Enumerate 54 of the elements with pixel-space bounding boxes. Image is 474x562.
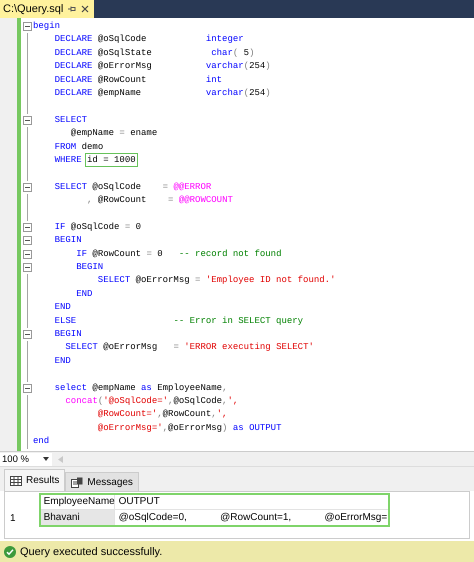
code-line: , @RowCount = @@ROWCOUNT bbox=[86, 194, 233, 208]
result-tab[interactable]: Results bbox=[4, 469, 66, 491]
grid-icon bbox=[10, 476, 22, 486]
document-tab[interactable]: C:\Query.sql bbox=[0, 0, 94, 18]
code-line: @oErrorMsg=',@oErrorMsg) as OUTPUT bbox=[96, 422, 282, 435]
code-line: @empName = ename bbox=[70, 127, 158, 140]
code-line: @RowCount=',@RowCount,', bbox=[96, 408, 228, 422]
code-line: FROM demo bbox=[54, 140, 104, 154]
code-line: BEGIN bbox=[54, 234, 82, 248]
collapse-icon[interactable] bbox=[22, 223, 32, 232]
code-line: SELECT @oSqlCode = @@ERROR bbox=[54, 180, 212, 194]
code-line: SELECT @oErrorMsg = 'Employee ID not found.' bbox=[96, 274, 336, 288]
code-line: DECLARE @empName varchar(254) bbox=[54, 86, 271, 100]
collapse-icon[interactable] bbox=[22, 263, 32, 272]
check-icon bbox=[4, 546, 16, 558]
collapse-icon[interactable] bbox=[22, 330, 32, 340]
pin-icon[interactable] bbox=[68, 5, 76, 13]
code-line: END bbox=[54, 301, 71, 314]
code-line: DECLARE @RowCount int bbox=[54, 74, 222, 87]
table-cell: Bhavani bbox=[40, 510, 115, 526]
code-line: begin bbox=[33, 20, 60, 33]
row-number: 1 bbox=[9, 512, 16, 526]
close-icon[interactable] bbox=[81, 5, 90, 13]
collapse-icon[interactable] bbox=[22, 182, 32, 192]
code-line: SELECT @oErrorMsg = 'ERROR executing SELECT' bbox=[64, 341, 314, 354]
column-header[interactable]: OUTPUT bbox=[114, 494, 389, 510]
code-line: DECLARE @oErrorMsg varchar(254) bbox=[54, 60, 271, 74]
table-cell: @oSqlCode=0, @RowCount=1, @oErrorMsg= bbox=[114, 510, 389, 526]
result-tab[interactable]: Messages bbox=[65, 472, 139, 491]
code-line: DECLARE @oSqlState char( 5) bbox=[54, 46, 254, 60]
code-line: concat('@oSqlCode=',@oSqlCode,', bbox=[64, 394, 238, 408]
collapse-icon[interactable] bbox=[22, 236, 32, 246]
code-line: BEGIN bbox=[54, 328, 82, 341]
code-line: END bbox=[75, 288, 92, 301]
code-line: IF @oSqlCode = 0 bbox=[54, 220, 142, 234]
zoom-dropdown[interactable]: 100 % bbox=[0, 452, 52, 466]
code-line: end bbox=[33, 435, 50, 448]
messages-icon bbox=[71, 476, 84, 488]
code-line: select @empName as EmployeeName, bbox=[54, 382, 228, 395]
collapse-icon[interactable] bbox=[22, 250, 32, 259]
code-line: DECLARE @oSqlCode integer bbox=[54, 33, 244, 46]
code-line: SELECT bbox=[54, 114, 88, 127]
collapse-icon[interactable] bbox=[22, 22, 32, 32]
status-text: Query executed successfully. bbox=[20, 546, 162, 558]
code-line: END bbox=[54, 354, 71, 368]
code-line: ELSE -- Error in SELECT query bbox=[54, 314, 304, 328]
code-line: WHERE id = 1000 bbox=[54, 154, 136, 167]
code-editor[interactable] bbox=[0, 18, 474, 452]
code-line: IF @RowCount = 0 -- record not found bbox=[75, 248, 282, 261]
collapse-icon[interactable] bbox=[22, 116, 32, 125]
collapse-icon[interactable] bbox=[22, 384, 32, 393]
column-header[interactable]: EmployeeName bbox=[40, 494, 115, 510]
caret-icon bbox=[43, 457, 49, 461]
code-line: BEGIN bbox=[75, 261, 104, 274]
